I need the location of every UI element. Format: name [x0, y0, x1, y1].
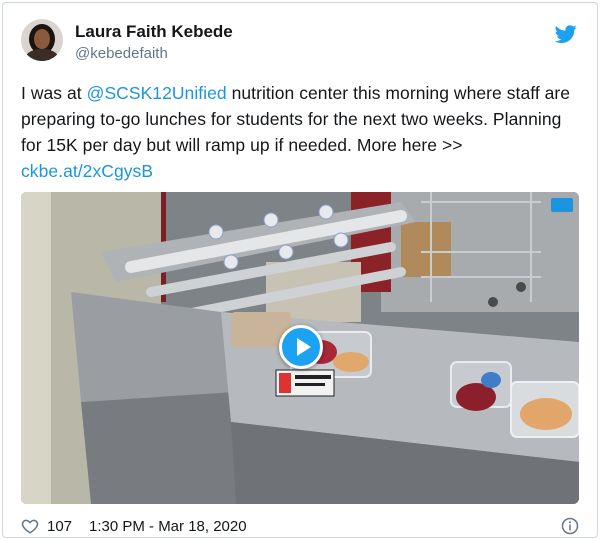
display-name[interactable]: Laura Faith Kebede — [75, 22, 233, 42]
tweet-text-part: I was at — [21, 83, 87, 103]
video-player[interactable] — [21, 192, 579, 504]
info-icon[interactable] — [561, 517, 579, 535]
timestamp[interactable]: 1:30 PM - Mar 18, 2020 — [89, 518, 247, 535]
tweet-text: I was at @SCSK12Unified nutrition center… — [21, 80, 586, 184]
avatar-icon — [21, 19, 63, 61]
avatar[interactable] — [21, 19, 63, 61]
play-button[interactable] — [279, 325, 323, 369]
tweet-card: Laura Faith Kebede @kebedefaith I was at… — [2, 2, 598, 538]
media-badge — [551, 198, 573, 212]
heart-icon[interactable] — [21, 517, 39, 535]
play-icon — [297, 338, 311, 356]
mention-link[interactable]: @SCSK12Unified — [87, 83, 227, 103]
tweet-footer: 107 1:30 PM - Mar 18, 2020 — [21, 516, 581, 536]
twitter-bird-icon[interactable] — [555, 23, 577, 45]
user-handle[interactable]: @kebedefaith — [75, 45, 168, 62]
article-link[interactable]: ckbe.at/2xCgysB — [21, 161, 153, 181]
like-count: 107 — [47, 518, 73, 535]
